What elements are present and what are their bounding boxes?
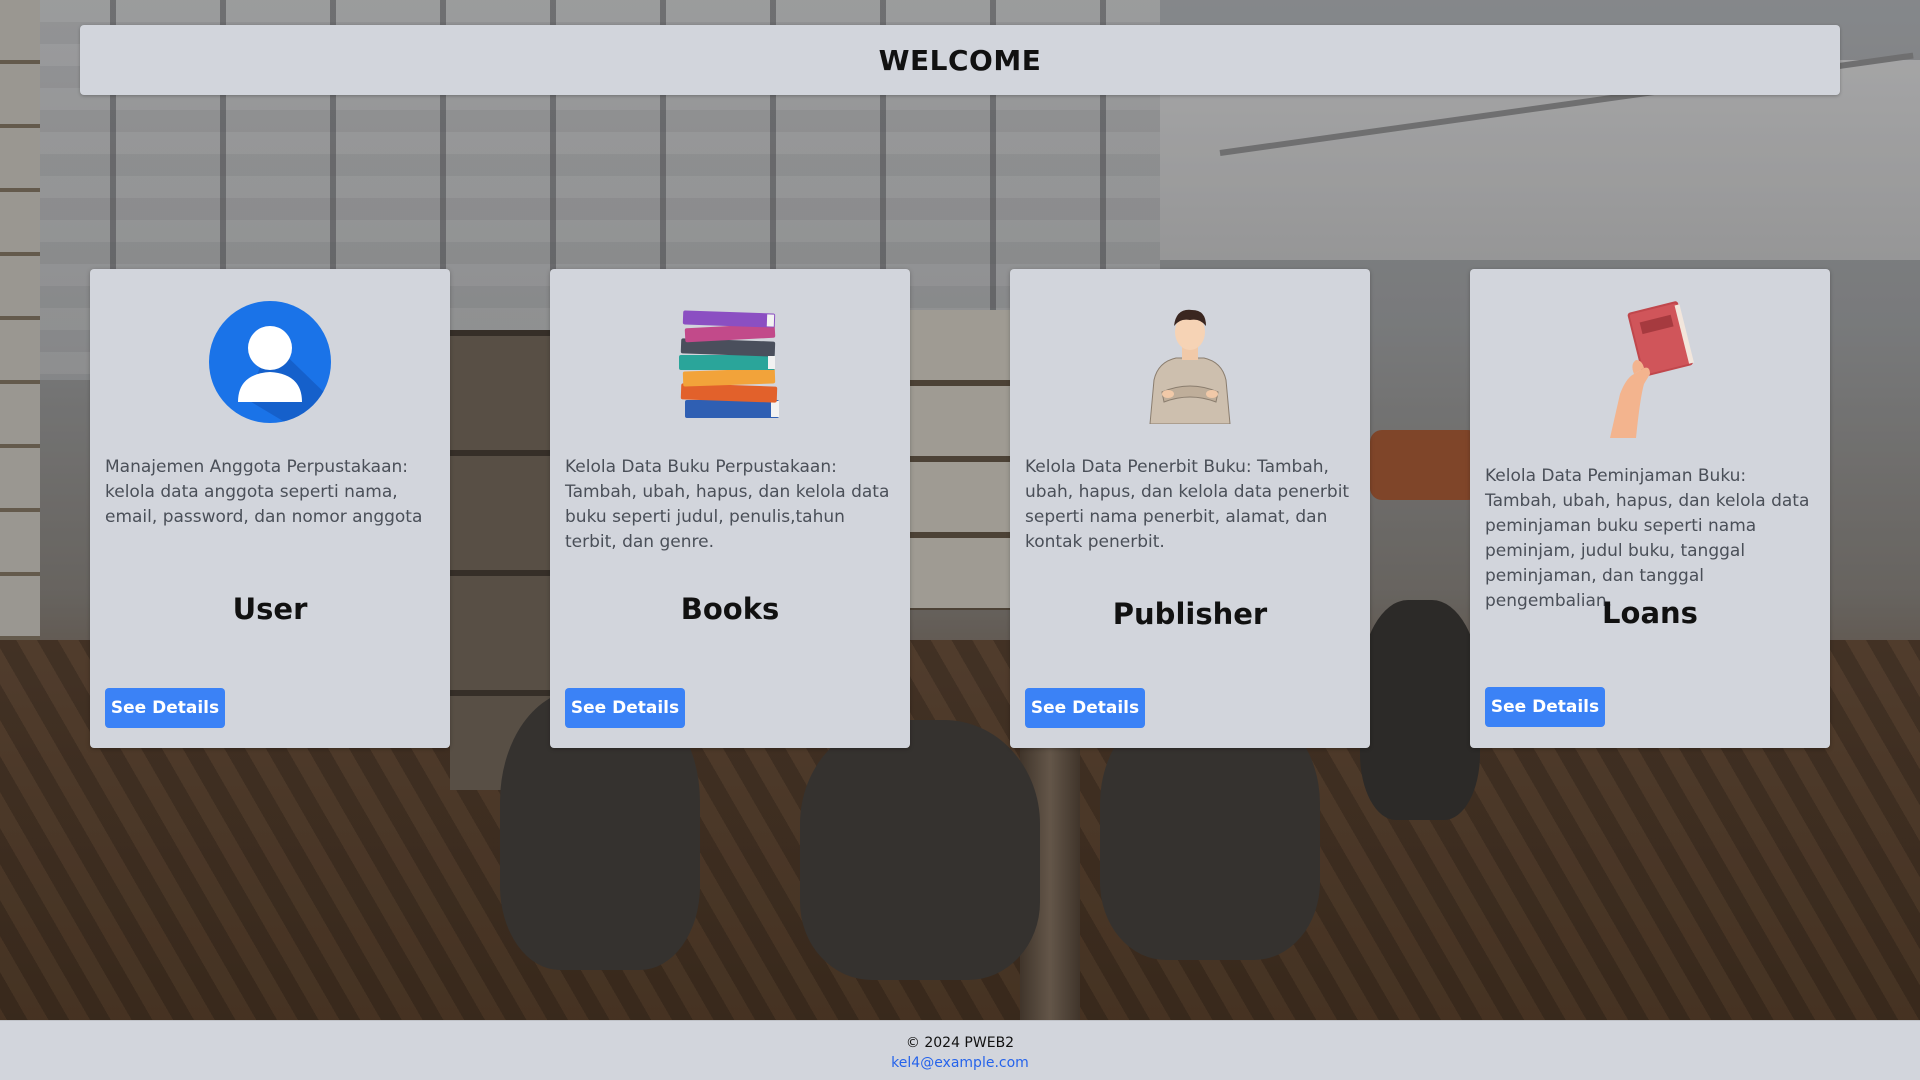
see-details-button-loans[interactable]: See Details [1485,687,1605,727]
person-arms-crossed-icon [1010,299,1370,424]
page-footer: © 2024 PWEB2 kel4@example.com [0,1020,1920,1080]
card-title: Books [680,592,780,626]
card-description: Manajemen Anggota Perpustakaan: kelola d… [105,457,423,527]
card-loans: Kelola Data Peminjaman Buku: Tambah, uba… [1470,269,1830,748]
see-details-button-publisher[interactable]: See Details [1025,688,1145,728]
feature-cards: Manajemen Anggota Perpustakaan: kelola d… [90,269,1830,748]
card-publisher: Kelola Data Penerbit Buku: Tambah, ubah,… [1010,269,1370,748]
see-details-button-user[interactable]: See Details [105,688,225,728]
card-user: Manajemen Anggota Perpustakaan: kelola d… [90,269,450,748]
hand-holding-book-icon [1470,295,1830,440]
card-description: Kelola Data Buku Perpustakaan: Tambah, u… [565,457,890,552]
contact-email-link[interactable]: kel4@example.com [891,1053,1029,1073]
see-details-button-books[interactable]: See Details [565,688,685,728]
book-stack-icon [550,299,910,424]
card-title: Loans [1602,596,1698,630]
card-description: Kelola Data Peminjaman Buku: Tambah, uba… [1485,466,1810,611]
page-title: WELCOME [878,43,1042,77]
card-books: Kelola Data Buku Perpustakaan: Tambah, u… [550,269,910,748]
card-title: User [232,592,308,626]
card-description: Kelola Data Penerbit Buku: Tambah, ubah,… [1025,457,1350,552]
copyright-text: © 2024 PWEB2 [905,1035,1015,1051]
welcome-header: WELCOME [80,25,1840,95]
user-avatar-icon [90,299,450,424]
card-title: Publisher [1112,597,1268,631]
